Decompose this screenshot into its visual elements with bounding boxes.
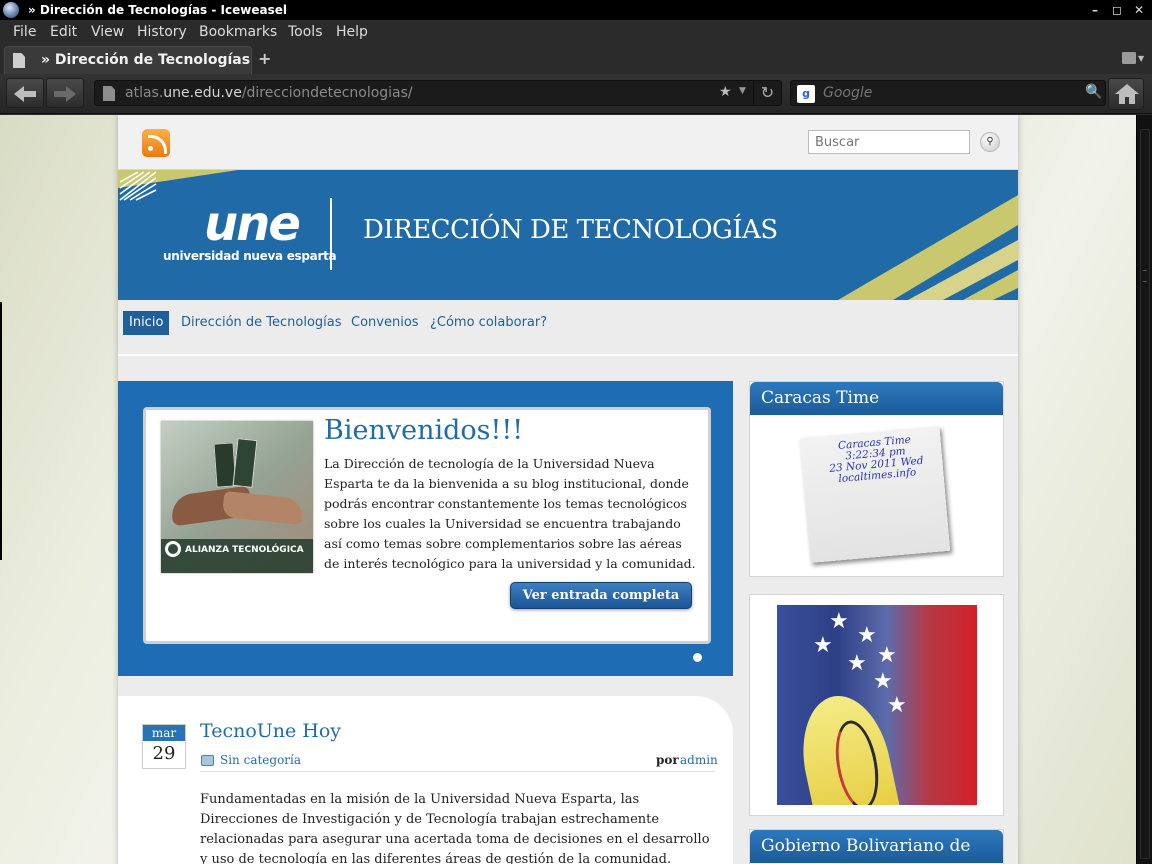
clock-text: Caracas Time 3:22:34 pm 23 Nov 2011 Wed … [828, 433, 924, 486]
post-body: Fundamentadas en la misión de la Univers… [200, 792, 710, 864]
minimize-button[interactable]: – [1084, 0, 1106, 20]
home-icon [1115, 84, 1139, 104]
slider-dot[interactable] [693, 653, 702, 662]
post-month: mar [143, 725, 185, 741]
post-day: 29 [152, 743, 176, 764]
bookmark-star-icon[interactable]: ★ [719, 84, 732, 100]
clock-note[interactable]: Caracas Time 3:22:34 pm 23 Nov 2011 Wed … [799, 426, 951, 563]
menu-view[interactable]: View [91, 24, 124, 40]
widget-caracas-time: Caracas Time Caracas Time 3:22:34 pm 23 … [749, 381, 1004, 577]
post-author[interactable]: admin [680, 753, 718, 767]
close-button[interactable]: ✕ [1128, 0, 1150, 20]
blog-post: mar 29 TecnoUne Hoy Sin categoría por ad… [118, 696, 733, 864]
menu-help[interactable]: Help [336, 24, 368, 40]
left-edge-bar [0, 302, 2, 560]
slide-image-caption: ALIANZA TECNOLÓGICA [161, 539, 313, 573]
vertical-scrollbar[interactable] [1136, 115, 1152, 864]
chevron-down-icon[interactable]: ▼ [1138, 54, 1144, 63]
window-title: » Dirección de Tecnologías - Iceweasel [28, 3, 287, 17]
site-search-button[interactable]: ⚲ [980, 132, 1000, 152]
widget-gobierno: Gobierno Bolivariano de [749, 829, 1004, 864]
navigation-toolbar: atlas.une.edu.ve/direcciondetecnologias/… [0, 74, 1152, 114]
page-icon [13, 53, 25, 68]
post-by-label: por [656, 753, 679, 767]
window-titlebar: » Dirección de Tecnologías - Iceweasel –… [0, 0, 1152, 20]
menu-bookmarks[interactable]: Bookmarks [199, 24, 277, 40]
search-icon: ⚲ [986, 136, 994, 147]
site-nav: Inicio Dirección de Tecnologías Convenio… [118, 300, 1018, 356]
venezuela-flag-image[interactable]: ★ ★ ★ ★ ★ ★ ★ [777, 605, 977, 805]
new-tab-button[interactable]: + [258, 49, 271, 68]
maximize-button[interactable]: ◻ [1106, 0, 1128, 20]
une-logo-subtitle: universidad nueva esparta [163, 249, 337, 263]
widget-title: Caracas Time [750, 382, 1003, 415]
banner-divider [330, 198, 332, 270]
nav-como-colaborar[interactable]: ¿Cómo colaborar? [424, 311, 553, 335]
read-more-button[interactable]: Ver entrada completa [510, 582, 692, 609]
app-globe-icon [3, 2, 19, 18]
nav-convenios[interactable]: Convenios [345, 311, 425, 335]
menu-tools[interactable]: Tools [288, 24, 323, 40]
slide-image[interactable]: ALIANZA TECNOLÓGICA [161, 421, 313, 573]
slide-text: La Dirección de tecnología de la Univers… [324, 456, 696, 571]
google-icon[interactable]: g [797, 85, 815, 103]
url-bar[interactable]: atlas.une.edu.ve/direcciondetecnologias/… [94, 80, 782, 106]
scrollbar-thumb[interactable] [1140, 129, 1150, 859]
url-history-dropdown-icon[interactable]: ▼ [739, 86, 746, 96]
back-button[interactable] [6, 78, 44, 108]
folder-icon [201, 755, 214, 766]
reload-icon[interactable]: ↻ [753, 80, 781, 106]
post-divider [200, 771, 715, 772]
tab-bar: » Dirección de Tecnologías + ▼ [0, 44, 1152, 74]
widget-flag-image: ★ ★ ★ ★ ★ ★ ★ [749, 594, 1004, 816]
tab-direccion-tecnologias[interactable]: » Dirección de Tecnologías [4, 46, 252, 74]
alianza-logo-icon [165, 541, 181, 557]
forward-button[interactable] [46, 78, 84, 108]
home-button[interactable] [1108, 78, 1144, 110]
tab-list-icon[interactable] [1122, 52, 1136, 64]
search-icon[interactable]: 🔍 [1085, 84, 1102, 100]
post-date-badge: mar 29 [142, 724, 186, 769]
back-arrow-icon [14, 86, 36, 102]
page-viewport: ⚲ une universidad nueva esparta DIRECCIÓ… [0, 115, 1136, 864]
site-search-input[interactable] [808, 130, 970, 154]
site-top-strip: ⚲ [118, 115, 1018, 170]
web-search-bar[interactable]: g 🔍 [790, 80, 1106, 106]
une-logo-lines [119, 171, 157, 201]
url-text[interactable]: atlas.une.edu.ve/direcciondetecnologias/ [125, 85, 413, 101]
featured-slider: ALIANZA TECNOLÓGICA Bienvenidos!!! La Di… [118, 381, 733, 676]
nav-direccion-tecnologias[interactable]: Dirección de Tecnologías [175, 311, 348, 335]
menu-history[interactable]: History [137, 24, 187, 40]
site-page: ⚲ une universidad nueva esparta DIRECCIÓ… [118, 115, 1018, 864]
menu-bar: File Edit View History Bookmarks Tools H… [0, 20, 1152, 44]
tab-label: » Dirección de Tecnologías [41, 52, 251, 68]
site-banner: une universidad nueva esparta DIRECCIÓN … [118, 170, 1018, 300]
nav-inicio[interactable]: Inicio [123, 311, 170, 335]
slide-card: ALIANZA TECNOLÓGICA Bienvenidos!!! La Di… [143, 407, 711, 644]
post-title[interactable]: TecnoUne Hoy [200, 720, 341, 742]
post-category[interactable]: Sin categoría [220, 753, 301, 767]
slide-title[interactable]: Bienvenidos!!! [324, 415, 523, 446]
forward-arrow-icon [54, 86, 76, 102]
menu-edit[interactable]: Edit [50, 24, 77, 40]
rss-icon[interactable] [142, 129, 170, 157]
banner-title: DIRECCIÓN DE TECNOLOGÍAS [363, 215, 778, 245]
une-logo[interactable]: une [204, 200, 301, 248]
web-search-input[interactable] [823, 84, 1083, 102]
menu-file[interactable]: File [13, 24, 36, 40]
page-icon [103, 86, 115, 101]
widget-title: Gobierno Bolivariano de [750, 830, 1003, 863]
